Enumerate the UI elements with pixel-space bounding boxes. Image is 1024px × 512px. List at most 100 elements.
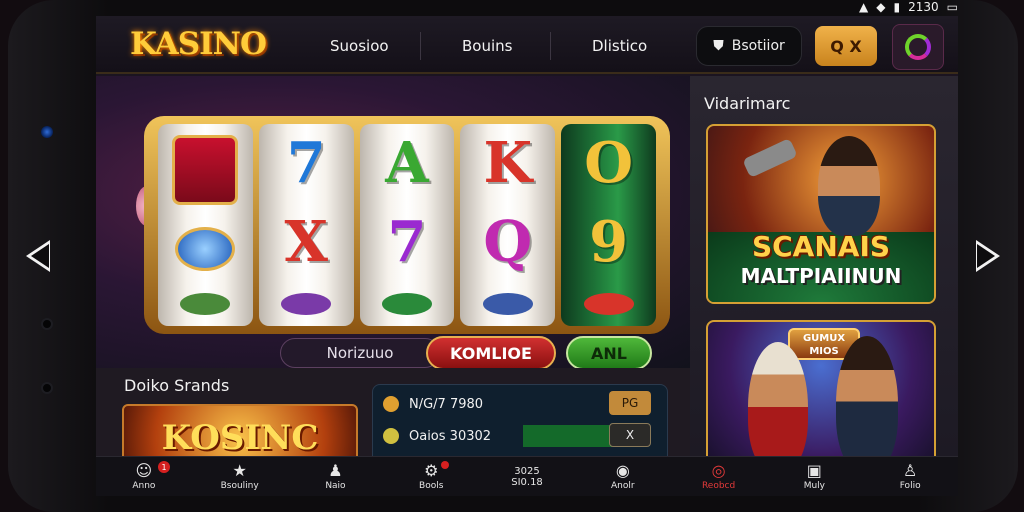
reel-3: A 7 [359,124,455,326]
phone-left-bezel [8,0,96,512]
symbol-partial-icon [281,292,332,315]
nav-link-2[interactable]: Bouins [462,37,512,55]
section-title: Doiko Srands [124,376,230,395]
reel-1 [158,124,253,326]
symbol: 7 [387,208,427,275]
coin-icon [383,428,399,444]
divider [420,32,421,60]
tab-label: Anolr [611,480,635,491]
smiley-icon: ☺ [135,460,153,480]
balance-text: 3025 SI0.18 [511,465,543,488]
sensor-dot [41,318,53,330]
clock: 2130 [908,0,939,14]
microphone-icon [742,137,798,179]
gem-symbol-icon [175,227,236,271]
search-button[interactable]: Q X [815,26,877,66]
bet-row[interactable]: N/G/7 7980 PG [383,391,659,417]
brand-logo[interactable]: KASINO [130,26,267,62]
host-figure-image [818,136,880,236]
tab-label: Reobcd [701,480,736,491]
user-icon: ♙ [902,460,918,480]
right-panel-title: Vidarimarc [704,94,791,113]
slot-frame: 7 X A 7 K Q O 9 [144,116,670,334]
nav-link-3[interactable]: Dlistico [592,37,647,55]
bet-row[interactable]: Oaios 30302 X [383,423,659,449]
slot-machine-area: 7 X A 7 K Q O 9 Norizuuo KOMLIOE ANL [96,76,690,370]
symbol: X [284,208,328,275]
battery-icon: ▭ [946,0,958,14]
reel-4: K Q [460,124,556,326]
login-label: Bsotiior [731,38,785,54]
dealer-figure-image [836,336,898,468]
symbol-partial-icon [482,292,533,315]
symbol: 7 [286,130,326,197]
sensor-dot [41,382,53,394]
symbol: O [584,130,633,197]
tab-tools[interactable]: ⚙ Bools [383,457,479,496]
camera-icon [41,126,53,138]
app-screen: KASINO Suosioo Bouins Dlistico ⛊ Bsotiio… [96,16,958,496]
tab-favorites[interactable]: ★ Bsouliny [192,457,288,496]
tab-label: Bools [419,480,444,491]
symbol-partial-icon [381,292,432,315]
gear-icon: ⚙ [424,460,439,480]
slot-controls: Norizuuo KOMLIOE ANL [280,336,652,370]
tab-label: Bsouliny [220,480,259,491]
reel-2: 7 X [258,124,354,326]
star-icon: ★ [232,460,247,480]
auto-button[interactable]: ANL [566,336,652,370]
right-panel: Vidarimarc SCANAIS MALTPIAIINUN GUMUX MI… [690,76,958,470]
tab-games[interactable]: ♟ Naio [288,457,384,496]
symbol: A [385,130,429,197]
top-header: KASINO Suosioo Bouins Dlistico ⛊ Bsotiio… [96,16,958,74]
reel-5: O 9 [561,124,656,326]
pawn-icon: ♟ [328,460,343,480]
tab-profile[interactable]: ♙ Folio [862,457,958,496]
tab-sports[interactable]: ◉ Anolr [575,457,671,496]
symbol-partial-icon [180,293,231,315]
shield-icon: ⛊ [713,38,724,54]
bars-icon: ▮ [893,0,901,14]
dealer-figure-image [748,342,808,468]
coin-icon [383,396,399,412]
tab-balance[interactable]: 3025 SI0.18 [479,457,575,496]
ball-icon: ◉ [615,460,630,480]
promo-headline: SCANAIS [751,230,891,263]
reels[interactable]: 7 X A 7 K Q O 9 [158,124,656,326]
tab-label: Anno [132,480,156,491]
promo-subline: MALTPIAIINUN [740,264,902,288]
tab-label: Naio [325,480,346,491]
record-icon: ◎ [711,460,726,480]
forward-arrow-icon[interactable] [976,240,1000,272]
bottom-tab-bar: ☺ 1 Anno ★ Bsouliny ♟ Naio ⚙ Bools 3025 … [96,456,958,496]
notification-dot [441,461,450,469]
game-card-title: KOSINC [161,418,319,458]
bet-label: Oaios 30302 [409,428,492,444]
promo-card-2[interactable]: GUMUX MIOS [706,320,936,470]
symbol: 9 [589,208,629,275]
back-arrow-icon[interactable] [26,240,50,272]
status-bar: ▲ ◆ ▮ 2130 ▭ [859,0,958,14]
symbol-partial-icon [583,292,634,315]
signal-icon: ▲ [859,0,869,14]
fruit-machine-symbol-icon [172,135,239,205]
menu-button[interactable] [892,24,944,70]
bet-display: Norizuuo [280,338,440,368]
bet-label: N/G/7 7980 [409,396,484,412]
bet-tag[interactable]: X [609,423,651,447]
symbol: K [483,130,533,197]
tab-record[interactable]: ◎ Reobcd [671,457,767,496]
symbol: Q [483,208,533,275]
promo-card-1[interactable]: SCANAIS MALTPIAIINUN [706,124,936,304]
grid-icon: ▣ [806,460,822,480]
tab-home[interactable]: ☺ 1 Anno [96,457,192,496]
tab-menu[interactable]: ▣ Muly [766,457,862,496]
login-button[interactable]: ⛊ Bsotiior [696,26,802,66]
notification-badge: 1 [158,461,170,473]
nav-link-1[interactable]: Suosioo [330,37,389,55]
tab-label: Muly [803,480,825,491]
wifi-icon: ◆ [876,0,886,14]
bet-tag[interactable]: PG [609,391,651,415]
divider [550,32,551,60]
spin-button[interactable]: KOMLIOE [426,336,556,370]
